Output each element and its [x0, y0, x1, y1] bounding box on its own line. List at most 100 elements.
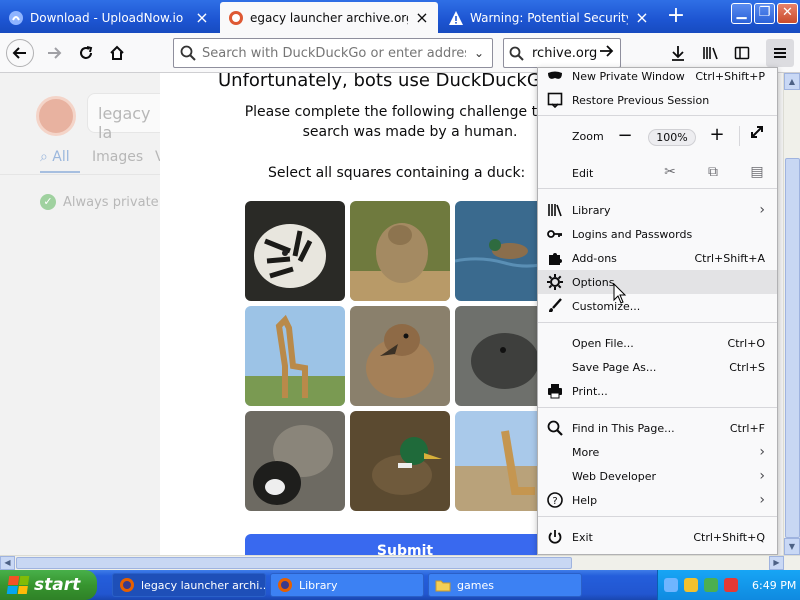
zoom-in-button[interactable]: +: [705, 124, 729, 145]
puzzle-icon: [538, 250, 572, 266]
tab-strip: Download - UploadNow.io × egacy launcher…: [0, 0, 800, 33]
minimize-button[interactable]: ▁: [731, 3, 752, 24]
alert-shield-icon[interactable]: [724, 578, 738, 592]
menu-item-restore-session[interactable]: Restore Previous Session: [538, 88, 777, 112]
search-icon: [504, 46, 528, 61]
menu-item-label: Print...: [572, 384, 608, 398]
reload-icon: [80, 46, 93, 59]
horizontal-scroll-thumb[interactable]: [16, 557, 572, 569]
menu-item-save-page[interactable]: Save Page As... Ctrl+S: [538, 355, 777, 379]
zoom-reset-button[interactable]: 100%: [648, 129, 696, 146]
downloads-button[interactable]: [664, 39, 692, 67]
menu-item-find[interactable]: Find in This Page... Ctrl+F: [538, 416, 777, 440]
maximize-button[interactable]: ❐: [754, 3, 775, 24]
close-tab-icon[interactable]: ×: [414, 9, 430, 26]
scroll-left-arrow-icon[interactable]: ◀: [0, 556, 15, 570]
horizontal-scrollbar[interactable]: ◀ ▶: [0, 555, 800, 570]
fullscreen-icon: [751, 126, 763, 138]
restore-session-icon: [538, 92, 572, 108]
tile-cats[interactable]: [245, 411, 345, 511]
ddg-tab-images[interactable]: Images: [92, 149, 143, 165]
tab-duckduckgo[interactable]: egacy launcher archive.org at Du ×: [220, 2, 438, 33]
menu-item-label: Customize...: [572, 299, 641, 313]
check-icon: ✓: [40, 194, 56, 210]
back-button[interactable]: [6, 39, 34, 67]
search-bar[interactable]: rchive.org: [503, 38, 621, 68]
menu-item-label: Help: [572, 493, 598, 507]
open-menu-button[interactable]: [766, 39, 794, 67]
search-go-arrow-icon[interactable]: [598, 43, 620, 63]
menu-item-options[interactable]: Options: [538, 270, 777, 294]
tile-baboon[interactable]: [350, 201, 450, 301]
menu-item-shortcut: Ctrl+O: [727, 336, 765, 350]
menu-item-label: Add-ons: [572, 251, 617, 265]
menu-item-web-developer[interactable]: Web Developer ›: [538, 464, 777, 488]
fullscreen-button[interactable]: [745, 124, 769, 145]
menu-item-new-private-window[interactable]: New Private Window Ctrl+Shift+P: [538, 68, 777, 88]
ddg-tab-all[interactable]: ⌕ All: [40, 149, 70, 165]
menu-item-exit[interactable]: Exit Ctrl+Shift+Q: [538, 525, 777, 549]
reload-button[interactable]: [72, 39, 100, 67]
scroll-up-arrow-icon[interactable]: ▲: [784, 73, 800, 90]
antivirus-icon[interactable]: [704, 578, 718, 592]
menu-item-addons[interactable]: Add-ons Ctrl+Shift+A: [538, 246, 777, 270]
menu-item-customize[interactable]: Customize...: [538, 294, 777, 318]
new-tab-button[interactable]: +: [664, 5, 688, 29]
taskbar-item-games[interactable]: games: [428, 573, 582, 597]
tile-giraffe[interactable]: [245, 306, 345, 406]
menu-separator: [538, 188, 777, 189]
vertical-scrollbar[interactable]: ▲ ▼: [783, 73, 800, 555]
copy-icon[interactable]: ⧉: [703, 164, 723, 180]
paste-icon[interactable]: ▤: [747, 164, 767, 180]
vertical-scroll-thumb[interactable]: [785, 158, 800, 538]
menu-item-open-file[interactable]: Open File... Ctrl+O: [538, 331, 777, 355]
cut-icon[interactable]: ✂: [660, 164, 680, 180]
close-tab-icon[interactable]: ×: [634, 9, 650, 26]
start-button[interactable]: start: [0, 570, 97, 600]
zoom-out-button[interactable]: −: [613, 125, 637, 146]
url-bar[interactable]: ⌄: [173, 38, 493, 68]
security-shield-icon[interactable]: [684, 578, 698, 592]
duckduckgo-logo[interactable]: [36, 96, 76, 136]
always-private-notice: ✓ Always private: [40, 194, 159, 210]
taskbar-item-browser[interactable]: legacy launcher archi...: [112, 573, 266, 597]
menu-item-library[interactable]: Library ›: [538, 198, 777, 222]
hamburger-menu-icon: [774, 48, 786, 58]
sidebar-icon: [734, 46, 750, 60]
taskbar-item-library[interactable]: Library: [270, 573, 424, 597]
mouse-cursor-icon: [613, 283, 627, 304]
uploadnow-favicon-icon: [8, 10, 24, 26]
submit-button[interactable]: Submit: [245, 534, 565, 555]
windows-logo-icon: [6, 576, 30, 594]
close-tab-icon[interactable]: ×: [194, 9, 210, 26]
tile-tiger[interactable]: [245, 201, 345, 301]
url-dropdown-icon[interactable]: ⌄: [466, 46, 492, 60]
scroll-down-arrow-icon[interactable]: ▼: [784, 538, 800, 555]
clock[interactable]: 6:49 PM: [752, 579, 796, 592]
menu-item-label: Library: [572, 203, 611, 217]
menu-item-more[interactable]: More ›: [538, 440, 777, 464]
tile-duck-head[interactable]: [350, 306, 450, 406]
menu-item-logins[interactable]: Logins and Passwords: [538, 222, 777, 246]
search-icon: ⌕: [40, 149, 48, 165]
menu-item-help[interactable]: ? Help ›: [538, 488, 777, 512]
search-icon: [174, 45, 202, 61]
challenge-instruction: Select all squares containing a duck:: [268, 165, 526, 181]
menu-item-print[interactable]: Print...: [538, 379, 777, 403]
paintbrush-icon: [538, 298, 572, 314]
search-input[interactable]: rchive.org: [528, 46, 598, 61]
scroll-right-arrow-icon[interactable]: ▶: [769, 556, 784, 570]
svg-text:?: ?: [552, 496, 557, 507]
tab-security-warning[interactable]: Warning: Potential Security Risk A ×: [440, 2, 658, 33]
tab-download-uploadnow[interactable]: Download - UploadNow.io ×: [0, 2, 218, 33]
network-icon[interactable]: [664, 578, 678, 592]
sidebar-button[interactable]: [728, 39, 756, 67]
printer-icon: [538, 383, 572, 399]
forward-button[interactable]: [40, 39, 68, 67]
library-button[interactable]: [697, 39, 725, 67]
close-window-button[interactable]: ✕: [777, 3, 798, 24]
home-button[interactable]: [103, 39, 131, 67]
folder-icon: [435, 577, 451, 593]
url-input[interactable]: [202, 45, 466, 61]
tile-mallard-duck[interactable]: [350, 411, 450, 511]
